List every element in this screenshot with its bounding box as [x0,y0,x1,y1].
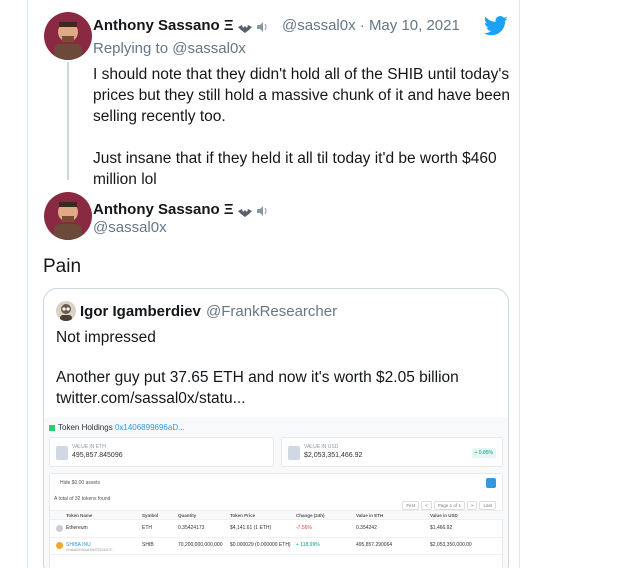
replying-to-handle[interactable]: @sassal0x [172,40,246,57]
twitter-bird-icon[interactable] [483,16,508,36]
speaker-emoji-icon [256,20,268,33]
quoted-author-name[interactable]: Igor Igamberdiev [80,303,201,320]
table-header: Token Name Symbol Quantity Token Price C… [50,510,504,520]
table-row: Ethereum ETH 0.35424173 $4,141.61 (1 ETH… [50,522,504,538]
change-badge: + 0.85% [471,448,496,458]
avatar[interactable] [44,192,92,240]
avatar[interactable] [56,301,76,321]
tweet-text: Pain [43,256,82,277]
shiba-icon [56,542,63,549]
thread-connector-line [67,62,69,180]
token-list: Hide $0.00 assets A total of 32 tokens f… [49,473,504,568]
eth-value-panel: VALUE IN ETH 495,857.845096 [49,437,274,467]
usd-value-panel: VALUE IN USD $2,053,351,466.92 + 0.85% [281,437,503,467]
tweet-date[interactable]: May 10, 2021 [369,17,460,34]
author-handle[interactable]: @sassal0x [93,219,167,236]
bat-emoji-icon [237,21,252,34]
author-handle[interactable]: @sassal0x [282,17,356,34]
avatar[interactable] [44,12,92,60]
quoted-author-handle[interactable]: @FrankResearcher [206,303,337,320]
replying-to: Replying to @sassal0x [93,40,246,57]
quoted-tweet[interactable]: Igor Igamberdiev @FrankResearcher Not im… [43,288,509,568]
tweet-meta: @sassal0x · May 10, 2021 [282,17,460,34]
eth-icon [56,446,68,460]
ethereum-icon [56,525,63,532]
quoted-link[interactable]: twitter.com/sassal0x/statu... [56,388,496,409]
token-holdings-title: Token Holdings 0x1406899696aD... [49,423,185,432]
search-icon [486,478,496,488]
tweet-text: I should note that they didn't hold all … [93,66,511,188]
speaker-emoji-icon [256,204,268,217]
token-holdings-icon [49,424,55,431]
bat-emoji-icon [237,205,252,218]
table-row: SHIBA INU 0x95aD61b0a150d79219dCF... SHI… [50,539,504,555]
author-name[interactable]: Anthony Sassano Ξ [93,201,268,218]
quoted-tweet-text: Not impressed Another guy put 37.65 ETH … [56,327,496,409]
author-name[interactable]: Anthony Sassano Ξ [93,17,268,34]
usd-icon [288,446,300,460]
embedded-screenshot[interactable]: Token Holdings 0x1406899696aD... VALUE I… [45,417,508,568]
